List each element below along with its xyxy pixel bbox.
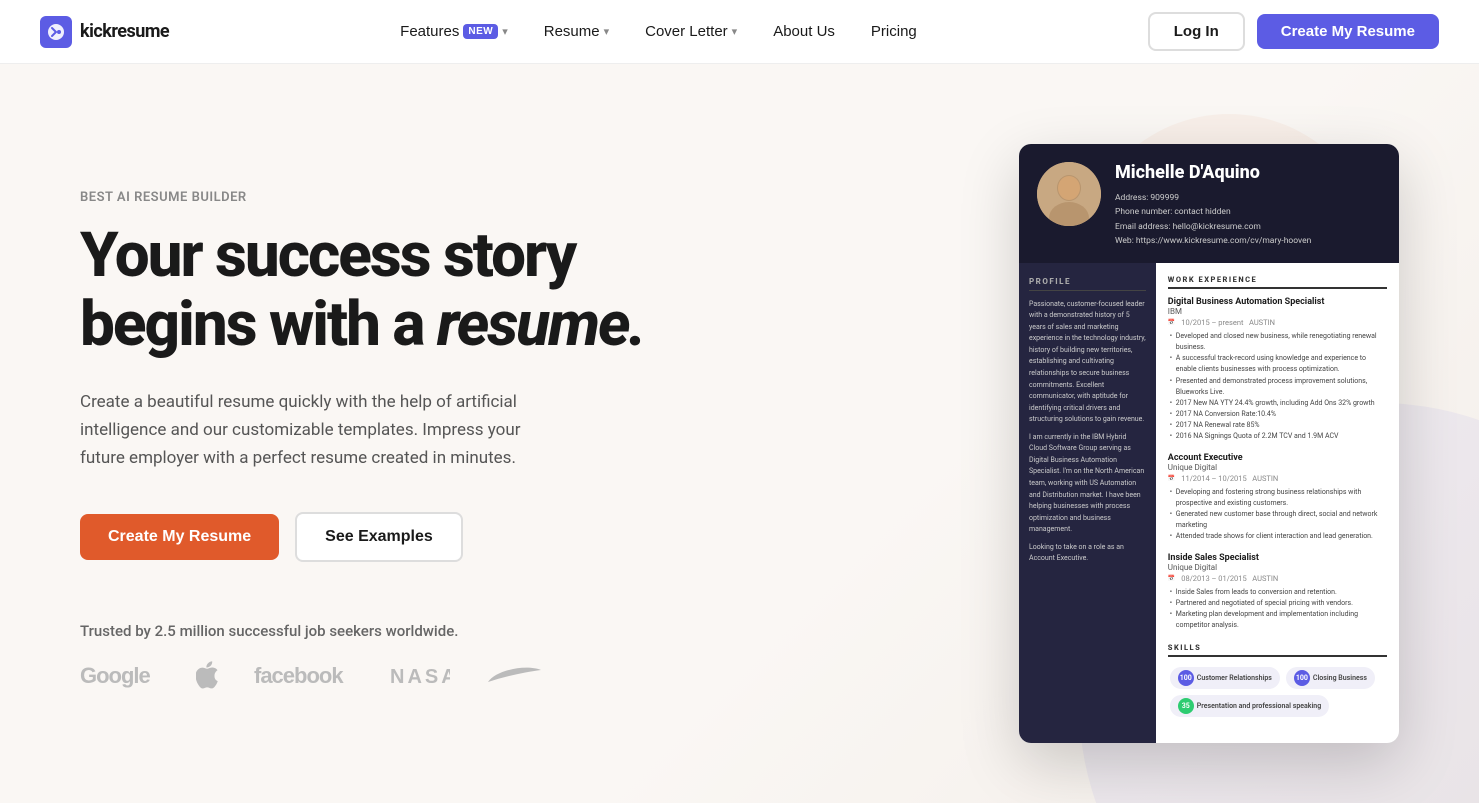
nike-logo xyxy=(486,660,546,698)
resume-name: Michelle D'Aquino xyxy=(1115,162,1381,183)
skill-closing-business: 100 Closing Business xyxy=(1286,667,1375,689)
svg-text:Google: Google xyxy=(80,663,151,688)
hero-subtitle: Create a beautiful resume quickly with t… xyxy=(80,388,560,472)
job-unique-digital-iss: Inside Sales Specialist Unique Digital 0… xyxy=(1168,553,1387,632)
new-badge: NEW xyxy=(463,24,498,39)
resume-name-block: Michelle D'Aquino Address: 909999 Phone … xyxy=(1115,162,1381,249)
login-button[interactable]: Log In xyxy=(1148,12,1245,51)
svg-text:NASA: NASA xyxy=(390,666,450,688)
nav-cover-letter[interactable]: Cover Letter ▾ xyxy=(631,15,751,48)
nav-features[interactable]: Features NEW ▾ xyxy=(386,15,522,48)
nav-pricing[interactable]: Pricing xyxy=(857,15,931,48)
resume-body: PROFILE Passionate, customer-focused lea… xyxy=(1019,263,1399,744)
job-unique-digital-ae: Account Executive Unique Digital 11/2014… xyxy=(1168,453,1387,543)
hero-label: Best AI Resume Builder xyxy=(80,190,645,205)
nav-resume[interactable]: Resume ▾ xyxy=(530,15,623,48)
hero-buttons: Create My Resume See Examples xyxy=(80,512,645,562)
nav-actions: Log In Create My Resume xyxy=(1148,12,1439,51)
nasa-logo: NASA xyxy=(390,661,450,696)
trusted-label: Trusted by 2.5 million successful job se… xyxy=(80,622,645,640)
resume-card: Michelle D'Aquino Address: 909999 Phone … xyxy=(1019,144,1399,743)
resume-header: Michelle D'Aquino Address: 909999 Phone … xyxy=(1019,144,1399,263)
hero-title: Your success story begins with a resume. xyxy=(80,221,645,360)
resume-main: WORK EXPERIENCE Digital Business Automat… xyxy=(1156,263,1399,744)
hero-create-button[interactable]: Create My Resume xyxy=(80,514,279,560)
skill-presentation: 35 Presentation and professional speakin… xyxy=(1170,695,1329,717)
logo-icon xyxy=(40,16,72,48)
chevron-down-icon: ▾ xyxy=(502,25,508,38)
chevron-down-icon: ▾ xyxy=(604,25,610,38)
profile-text-3: Looking to take on a role as an Account … xyxy=(1029,542,1146,565)
resume-sidebar: PROFILE Passionate, customer-focused lea… xyxy=(1019,263,1156,744)
trusted-logos: Google facebook NASA xyxy=(80,660,645,698)
svg-text:facebook: facebook xyxy=(254,663,344,688)
logo-text: kickresume xyxy=(80,21,169,42)
profile-text: Passionate, customer-focused leader with… xyxy=(1029,299,1146,426)
profile-section: PROFILE Passionate, customer-focused lea… xyxy=(1029,277,1146,565)
chevron-down-icon: ▾ xyxy=(732,25,738,38)
nav-about-us[interactable]: About Us xyxy=(759,15,849,48)
navbar: kickresume Features NEW ▾ Resume ▾ Cover… xyxy=(0,0,1479,64)
hero-section: Best AI Resume Builder Your success stor… xyxy=(0,64,1479,803)
hero-examples-button[interactable]: See Examples xyxy=(295,512,463,562)
resume-contact: Address: 909999 Phone number: contact hi… xyxy=(1115,191,1381,249)
create-resume-button[interactable]: Create My Resume xyxy=(1257,14,1439,49)
apple-logo xyxy=(196,661,218,696)
logo[interactable]: kickresume xyxy=(40,16,169,48)
skills-pills: 100 Customer Relationships 100 Closing B… xyxy=(1168,665,1387,719)
google-logo: Google xyxy=(80,661,160,696)
hero-content: Best AI Resume Builder Your success stor… xyxy=(80,190,645,698)
hero-resume-preview: Michelle D'Aquino Address: 909999 Phone … xyxy=(645,144,1400,743)
profile-text-2: I am currently in the IBM Hybrid Cloud S… xyxy=(1029,432,1146,536)
nav-links: Features NEW ▾ Resume ▾ Cover Letter ▾ A… xyxy=(386,15,931,48)
work-experience-section: WORK EXPERIENCE Digital Business Automat… xyxy=(1168,275,1387,632)
trusted-section: Trusted by 2.5 million successful job se… xyxy=(80,622,645,698)
job-ibm: Digital Business Automation Specialist I… xyxy=(1168,297,1387,443)
facebook-logo: facebook xyxy=(254,661,354,696)
skill-customer-relationships: 100 Customer Relationships xyxy=(1170,667,1280,689)
resume-avatar xyxy=(1037,162,1101,226)
skills-section: SKILLS 100 Customer Relationships 100 Cl… xyxy=(1168,643,1387,719)
